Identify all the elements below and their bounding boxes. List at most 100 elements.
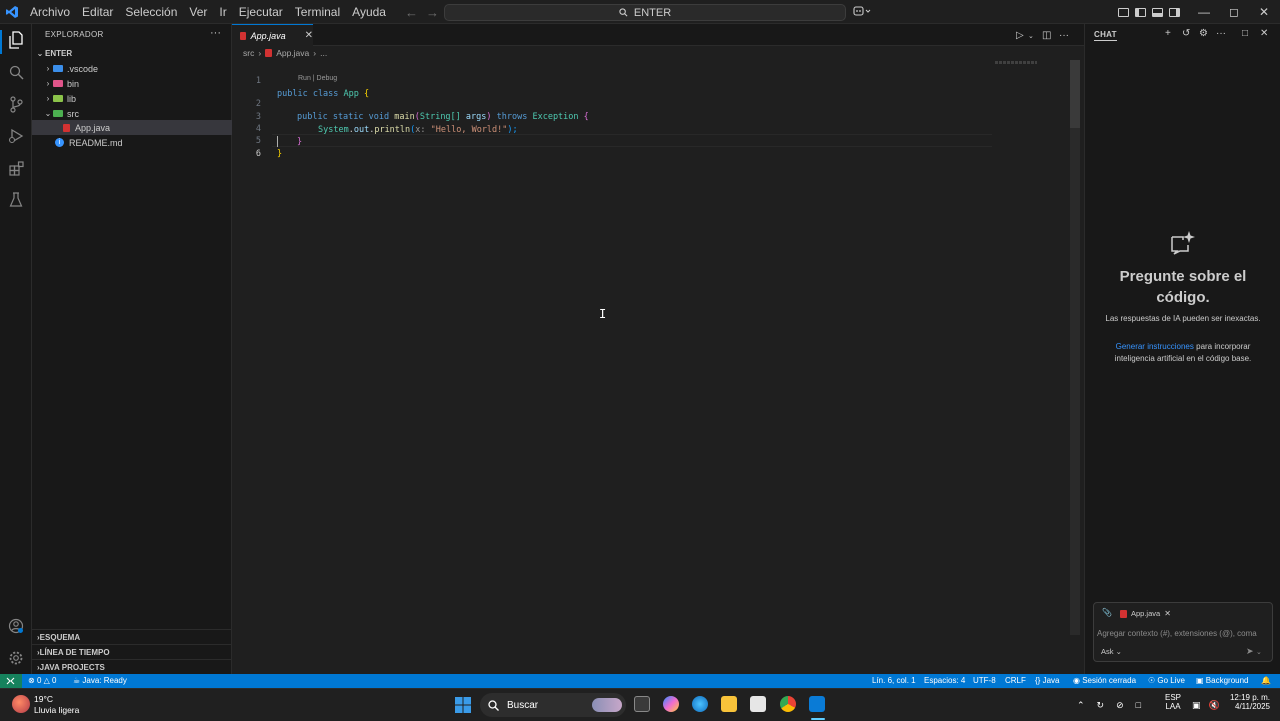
chat-mode-picker[interactable]: Ask ⌄ [1101, 647, 1122, 656]
maximize-button[interactable]: ◻ [1218, 0, 1250, 24]
run-debug-icon[interactable] [6, 126, 26, 146]
copilot-app-icon[interactable] [663, 696, 679, 712]
quick-settings[interactable]: ▣ 🔇 [1192, 689, 1220, 721]
minimap[interactable] [995, 61, 1037, 64]
more-actions-icon[interactable]: ··· [210, 27, 221, 39]
breadcrumb-file[interactable]: App.java [276, 48, 309, 58]
close-window-button[interactable]: ✕ [1248, 0, 1280, 24]
search-highlight-icon [592, 698, 622, 712]
minimize-button[interactable]: — [1188, 0, 1220, 24]
notifications-bell-icon[interactable]: 🔔 [1261, 674, 1271, 688]
tab-app-java[interactable]: App.java ✕ [232, 24, 313, 46]
remove-context-icon[interactable]: ✕ [1164, 609, 1171, 618]
extensions-icon[interactable] [6, 158, 26, 178]
code-token: out [353, 125, 370, 135]
section-timeline[interactable]: › LÍNEA DE TIEMPO [32, 644, 232, 659]
explorer-root[interactable]: ⌄ ENTER [32, 46, 232, 61]
background-button[interactable]: ▣ Background [1196, 674, 1249, 688]
run-options-chevron-icon[interactable]: ⌄ [1028, 32, 1034, 40]
indentation[interactable]: Espacios: 4 [924, 674, 965, 688]
remote-indicator[interactable] [0, 674, 22, 688]
tree-item-src[interactable]: ⌄ src [32, 106, 232, 121]
java-status[interactable]: ☕ Java: Ready [73, 674, 127, 688]
toggle-panel-icon[interactable] [1152, 7, 1163, 17]
menu-ejecutar[interactable]: Ejecutar [233, 0, 289, 24]
breadcrumb-symbol[interactable]: ... [320, 48, 327, 58]
section-java-projects[interactable]: › JAVA PROJECTS [32, 659, 232, 674]
sync-icon[interactable]: ↻ [1097, 700, 1105, 711]
settings-gear-icon[interactable] [6, 648, 26, 668]
store-icon[interactable] [750, 696, 766, 712]
end-of-line[interactable]: CRLF [1005, 674, 1026, 688]
show-hidden-icons-icon[interactable]: ⌃ [1077, 700, 1085, 711]
code-line-6: 6 [232, 135, 263, 159]
tree-item-vscode[interactable]: › .vscode [32, 61, 232, 76]
shield-icon[interactable]: □ [1136, 700, 1141, 710]
editor-scrollbar-track[interactable] [1070, 60, 1080, 635]
chat-input-placeholder[interactable]: Agregar contexto (#), extensiones (@), c… [1097, 629, 1257, 638]
generate-instructions-link[interactable]: Generar instrucciones [1116, 342, 1194, 351]
copilot-sparkle-icon [1169, 229, 1195, 261]
source-control-icon[interactable] [6, 94, 26, 114]
codelens-run-debug[interactable]: Run | Debug [298, 75, 337, 82]
section-outline[interactable]: › ESQUEMA [32, 629, 232, 644]
tree-item-lib[interactable]: › lib [32, 91, 232, 106]
maximize-chat-icon[interactable]: □ [1242, 28, 1248, 39]
clock[interactable]: 12:19 p. m. 4/11/2025 [1226, 693, 1270, 711]
menu-terminal[interactable]: Terminal [289, 0, 346, 24]
search-icon[interactable] [6, 62, 26, 82]
windows-start-icon[interactable] [455, 697, 471, 713]
split-editor-icon[interactable]: ◫ [1042, 30, 1051, 41]
toggle-sidebar-icon[interactable] [1135, 7, 1146, 17]
tree-item-bin[interactable]: › bin [32, 76, 232, 91]
chat-more-icon[interactable]: ··· [1216, 28, 1226, 39]
copilot-menu-button[interactable] [853, 4, 875, 21]
language-mode[interactable]: {} Java [1035, 674, 1059, 688]
menu-archivo[interactable]: Archivo [24, 0, 76, 24]
editor-scrollbar-thumb[interactable] [1070, 60, 1080, 128]
menu-ver[interactable]: Ver [183, 0, 213, 24]
go-live-button[interactable]: ☉ Go Live [1148, 674, 1185, 688]
network-off-icon[interactable]: ⊘ [1116, 700, 1124, 711]
java-status-icon: ☕ [73, 676, 81, 685]
send-icon[interactable]: ➤ ⌄ [1246, 646, 1262, 657]
task-view-icon[interactable] [634, 696, 650, 712]
edge-icon[interactable] [692, 696, 708, 712]
input-language[interactable]: ESP LAA [1165, 693, 1181, 711]
customize-layout-icon[interactable] [1118, 7, 1129, 17]
attach-context-icon[interactable]: 📎 [1102, 608, 1112, 617]
close-tab-icon[interactable]: ✕ [305, 30, 313, 41]
broadcast-icon: ☉ [1148, 676, 1156, 685]
problems-indicator[interactable]: ⊗ 0 △ 0 [28, 674, 56, 688]
back-arrow-icon[interactable]: ← [405, 5, 418, 20]
menu-seleccion[interactable]: Selección [119, 0, 183, 24]
menu-ir[interactable]: Ir [213, 0, 232, 24]
chrome-icon[interactable] [780, 696, 796, 712]
cursor-position[interactable]: Lín. 6, col. 1 [872, 674, 916, 688]
encoding[interactable]: UTF-8 [973, 674, 996, 688]
context-chip[interactable]: App.java ✕ [1120, 607, 1171, 620]
weather-icon[interactable] [12, 695, 30, 713]
close-chat-icon[interactable]: ✕ [1260, 28, 1268, 39]
chat-input-box[interactable]: 📎 App.java ✕ Agregar contexto (#), exten… [1093, 602, 1273, 662]
vscode-taskbar-icon[interactable] [809, 696, 825, 712]
toggle-secondary-sidebar-icon[interactable] [1169, 7, 1180, 17]
tree-item-app-java[interactable]: App.java [32, 120, 232, 135]
history-icon[interactable]: ↺ [1182, 28, 1190, 39]
forward-arrow-icon[interactable]: → [426, 5, 439, 20]
explorer-icon[interactable] [6, 30, 26, 50]
accounts-icon[interactable] [6, 616, 26, 636]
chat-settings-icon[interactable]: ⚙ [1199, 28, 1208, 39]
menu-editar[interactable]: Editar [76, 0, 119, 24]
run-java-icon[interactable]: ▷ [1016, 30, 1024, 41]
editor-more-icon[interactable]: ··· [1059, 30, 1069, 41]
copilot-status[interactable]: ◉ Sesión cerrada [1073, 674, 1136, 688]
command-center[interactable]: ENTER [444, 4, 846, 21]
menu-ayuda[interactable]: Ayuda [346, 0, 392, 24]
file-explorer-icon[interactable] [721, 696, 737, 712]
testing-icon[interactable] [6, 190, 26, 210]
breadcrumb-src[interactable]: src [243, 48, 254, 58]
tree-item-readme[interactable]: i README.md [32, 135, 232, 150]
new-chat-icon[interactable]: + [1165, 28, 1171, 39]
taskbar-search[interactable]: Buscar [480, 693, 626, 717]
